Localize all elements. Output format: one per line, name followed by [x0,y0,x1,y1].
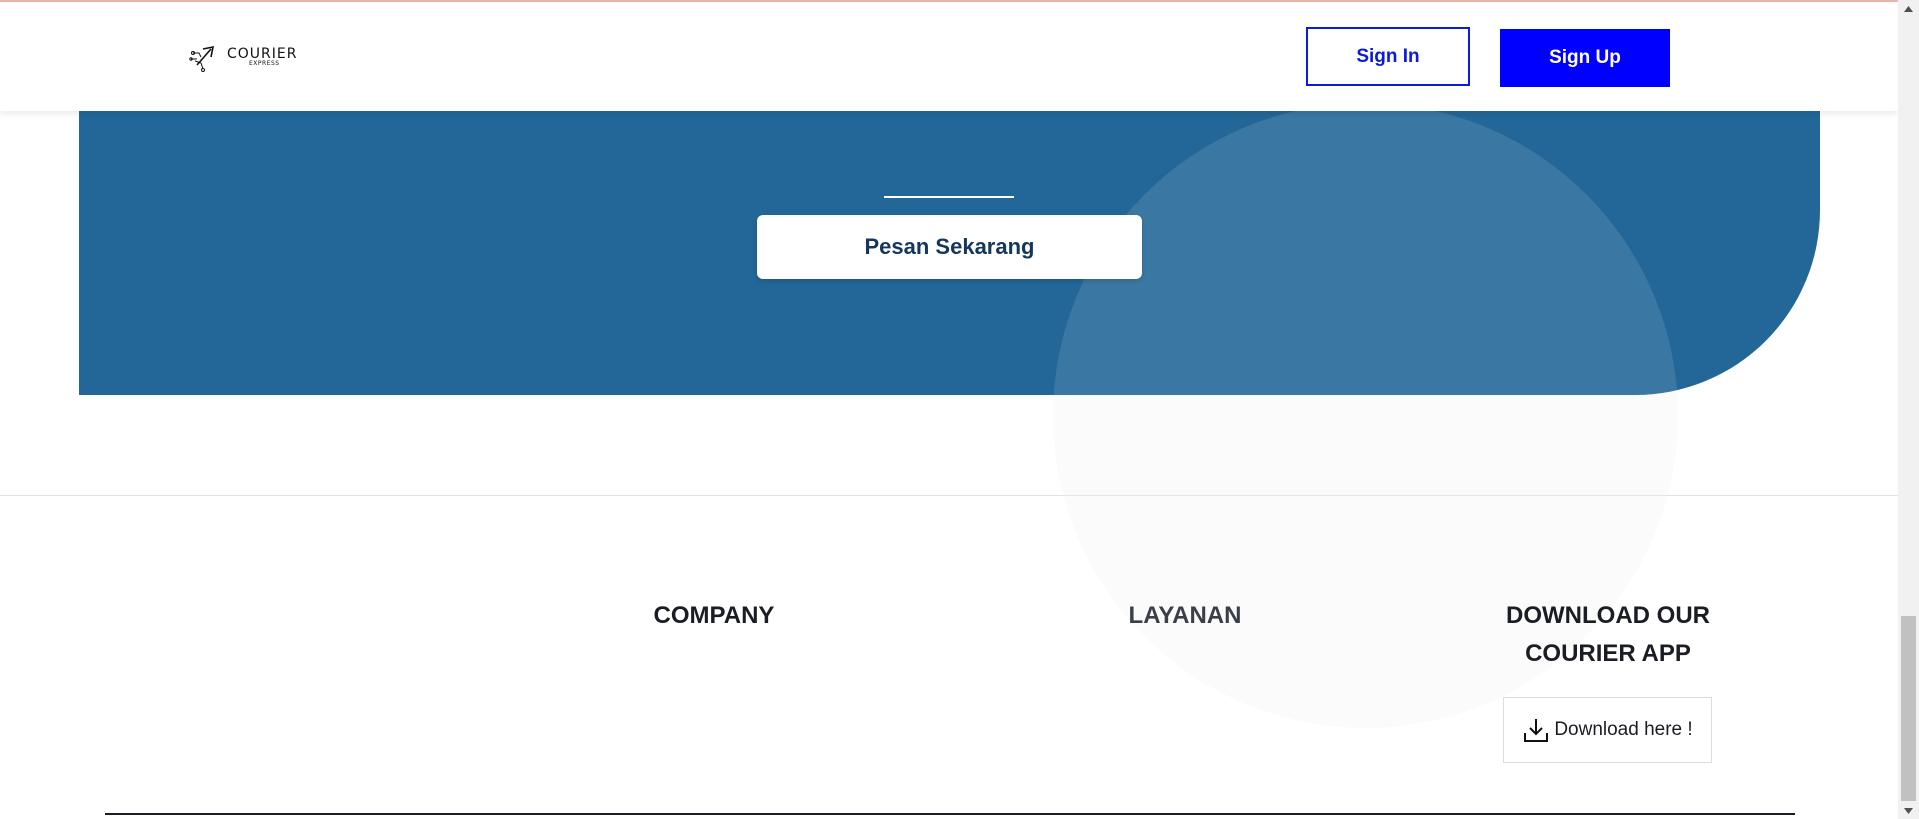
download-icon [1524,719,1549,742]
sign-in-button[interactable]: Sign In [1306,27,1470,86]
courier-logo[interactable]: COURIER EXPRESS [189,39,297,75]
vertical-scrollbar[interactable] [1898,0,1919,819]
arrow-up-icon [1904,5,1913,12]
hero-divider-line [884,196,1014,198]
sign-up-button[interactable]: Sign Up [1500,29,1670,87]
download-button-label: Download here ! [1554,719,1693,740]
logo-wordmark: COURIER EXPRESS [227,47,297,67]
order-now-button[interactable]: Pesan Sekarang [757,215,1142,279]
footer-heading-company: COMPANY [653,602,775,629]
site-header: COURIER EXPRESS Sign In Sign Up [0,2,1898,111]
delivery-arrow-logo-icon [189,45,215,72]
arrow-down-icon [1904,807,1913,814]
scroll-up-button[interactable] [1898,0,1919,17]
section-divider [0,495,1898,496]
logo-sub-text: EXPRESS [249,60,280,67]
scroll-down-button[interactable] [1898,802,1919,819]
footer-heading-download-app: DOWNLOAD OUR COURIER APP [1506,602,1710,667]
footer-heading-layanan: LAYANAN [1128,602,1242,629]
scrollbar-thumb[interactable] [1901,616,1916,801]
download-app-button[interactable]: Download here ! [1503,697,1712,763]
logo-main-text: COURIER [227,46,298,62]
footer-bottom-rule [105,813,1795,815]
hero-banner: Pesan Sekarang [79,111,1820,395]
